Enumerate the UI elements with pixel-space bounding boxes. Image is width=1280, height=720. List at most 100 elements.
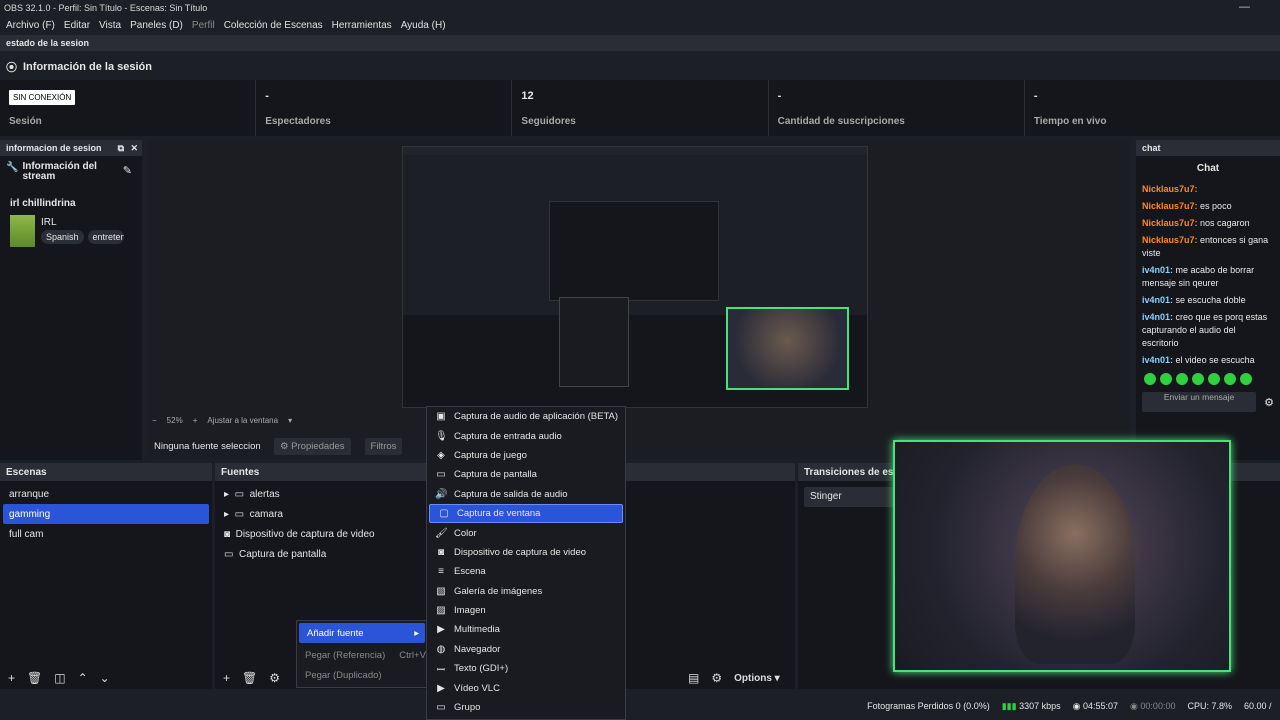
chat-user: iv4n01: bbox=[1142, 312, 1174, 322]
zoom-in-icon[interactable]: + bbox=[193, 416, 198, 425]
paste-duplicate-menu[interactable]: Pegar (Duplicado) bbox=[297, 665, 427, 685]
category-row: IRL Spanish entretenimiento bbox=[0, 215, 142, 247]
menu-item-audio-output[interactable]: 🔊 Captura de salida de audio bbox=[427, 485, 625, 504]
rec-icon: ◉ bbox=[1130, 700, 1138, 711]
gamepad-icon: ◈ bbox=[437, 449, 445, 461]
dropped-frames: Fotogramas Perdidos 0 (0.0%) bbox=[867, 701, 990, 711]
mini-webcam-preview bbox=[726, 307, 849, 390]
menu-item-image[interactable]: ▨ Imagen bbox=[427, 601, 625, 620]
float-icon[interactable]: ⧉ bbox=[118, 143, 124, 154]
chat-input[interactable]: Enviar un mensaje bbox=[1142, 392, 1257, 412]
scene-item[interactable]: arranque bbox=[3, 484, 209, 504]
trash-icon[interactable]: 🗑 bbox=[27, 671, 42, 685]
source-toolbar: Ninguna fuente seleccionada ⚙ Propiedade… bbox=[148, 436, 428, 456]
chat-message: Nicklaus7u7: es poco bbox=[1136, 198, 1280, 215]
expand-icon[interactable]: ▸ bbox=[224, 489, 229, 500]
menu-item-window-capture[interactable]: ▢ Captura de ventana bbox=[429, 503, 623, 524]
menu-scene-collection[interactable]: Colección de Escenas bbox=[224, 20, 323, 31]
edit-icon[interactable]: ✎ bbox=[123, 164, 132, 177]
menu-item-video-capture[interactable]: ◙ Dispositivo de captura de video bbox=[427, 543, 625, 562]
stream-header-text: Información del stream bbox=[22, 161, 97, 182]
chat-user: iv4n01: bbox=[1142, 265, 1174, 275]
zoom-out-icon[interactable]: − bbox=[152, 416, 157, 425]
camera-icon: ◙ bbox=[437, 546, 445, 558]
emote-icon[interactable] bbox=[1176, 373, 1188, 385]
stat-label: Cantidad de suscripciones bbox=[777, 116, 905, 127]
menu-item-color[interactable]: 🖌 Color bbox=[427, 523, 625, 542]
add-icon[interactable]: + bbox=[223, 671, 230, 685]
session-stats: SIN CONEXIÓN Sesión - Espectadores 12 Se… bbox=[0, 80, 1280, 136]
play-icon: ▶ bbox=[437, 682, 445, 694]
menu-view[interactable]: Vista bbox=[99, 20, 121, 31]
window-icon: ▢ bbox=[439, 508, 449, 520]
emote-icon[interactable] bbox=[1192, 373, 1204, 385]
menu-item-text-gdi[interactable]: ꟷ Texto (GDI+) bbox=[427, 659, 625, 678]
emote-icon[interactable] bbox=[1160, 373, 1172, 385]
menu-tools[interactable]: Herramientas bbox=[332, 20, 392, 31]
gear-icon[interactable]: ⚙ bbox=[269, 671, 280, 685]
transitions-toolbar: ▤ ⚙ Options ▾ bbox=[680, 668, 792, 688]
menu-edit[interactable]: Editar bbox=[64, 20, 90, 31]
add-icon[interactable]: + bbox=[8, 671, 15, 685]
close-icon[interactable]: ✕ bbox=[130, 143, 138, 154]
menu-profile[interactable]: Perfil bbox=[192, 20, 215, 31]
chevron-down-icon[interactable]: ▾ bbox=[288, 416, 292, 425]
menu-item-app-audio[interactable]: ▣ Captura de audio de aplicación (BETA) bbox=[427, 407, 625, 426]
menu-item-vlc[interactable]: ▶ Vídeo VLC bbox=[427, 678, 625, 697]
transition-select[interactable]: Stinger bbox=[804, 487, 896, 507]
stat-followers: 12 Seguidores bbox=[512, 80, 769, 136]
menu-help[interactable]: Ayuda (H) bbox=[401, 20, 446, 31]
fit-window[interactable]: Ajustar a la ventana bbox=[207, 416, 278, 425]
menu-docks[interactable]: Paneles (D) bbox=[130, 20, 183, 31]
emote-icon[interactable] bbox=[1144, 373, 1156, 385]
session-dock-title: estado de la sesion bbox=[0, 35, 1280, 51]
menu-item-browser[interactable]: ◍ Navegador bbox=[427, 640, 625, 659]
menu-item-game-capture[interactable]: ◈ Captura de juego bbox=[427, 446, 625, 465]
paste-reference-menu[interactable]: Pegar (Referencia) Ctrl+V bbox=[297, 645, 427, 665]
menu-item-display-capture[interactable]: ▭ Captura de pantalla bbox=[427, 465, 625, 484]
menu-item-image-gallery[interactable]: ▧ Galería de imágenes bbox=[427, 582, 625, 601]
webcam-overlay bbox=[893, 440, 1231, 672]
tag-pill: entretenimiento bbox=[87, 230, 124, 244]
stat-subscriptions: - Cantidad de suscripciones bbox=[769, 80, 1025, 136]
status-badge: SIN CONEXIÓN bbox=[9, 90, 76, 105]
play-icon: ▶ bbox=[437, 624, 445, 636]
up-icon[interactable]: ⌃ bbox=[78, 671, 88, 685]
scene-item-selected[interactable]: gamming bbox=[3, 504, 209, 524]
list-icon: ≡ bbox=[438, 566, 444, 578]
scenes-list: arranque gamming full cam bbox=[0, 481, 212, 689]
filter-icon[interactable]: ◫ bbox=[54, 671, 65, 685]
emote-icon[interactable] bbox=[1224, 373, 1236, 385]
gallery-icon: ▧ bbox=[436, 585, 446, 597]
mic-icon: 🎙 bbox=[435, 430, 448, 442]
trash-icon[interactable]: 🗑 bbox=[242, 671, 257, 685]
emote-icon[interactable] bbox=[1240, 373, 1252, 385]
fps: 60.00 / 60.00 FPS bbox=[1244, 701, 1274, 711]
settings-icon[interactable]: ⚙ bbox=[1264, 396, 1274, 409]
expand-icon[interactable]: ▸ bbox=[224, 509, 229, 520]
properties-button[interactable]: ⚙ Propiedades bbox=[274, 437, 351, 455]
grid-icon[interactable]: ▤ bbox=[688, 671, 699, 685]
minimize-icon[interactable]: — bbox=[1239, 1, 1250, 13]
add-source-menu[interactable]: Añadir fuente ▸ bbox=[299, 623, 425, 643]
rec-time: ◉ 00:00:00 bbox=[1130, 701, 1175, 712]
down-icon[interactable]: ⌄ bbox=[100, 671, 110, 685]
chat-text: es poco bbox=[1200, 201, 1232, 211]
menu-item-group[interactable]: ▭ Grupo bbox=[427, 698, 625, 717]
menu-item-audio-input[interactable]: 🎙 Captura de entrada audio bbox=[427, 426, 625, 445]
menu-item-media[interactable]: ▶ Multimedia bbox=[427, 620, 625, 639]
rec-time-value: 00:00:00 bbox=[1140, 700, 1176, 711]
filters-button[interactable]: Filtros bbox=[364, 437, 403, 455]
menu-item-scene[interactable]: ≡ Escena bbox=[427, 562, 625, 581]
scene-item[interactable]: full cam bbox=[3, 524, 209, 544]
tools-icon[interactable]: ⚙ bbox=[711, 671, 722, 685]
options-button[interactable]: Options ▾ bbox=[734, 673, 780, 684]
context-submenu: Añadir fuente ▸ Pegar (Referencia) Ctrl+V… bbox=[296, 620, 428, 688]
stat-value: - bbox=[777, 90, 782, 102]
emote-row bbox=[1136, 369, 1280, 392]
menu-file[interactable]: Archivo (F) bbox=[6, 20, 55, 31]
stream-header: 🔧 Información del stream ✎ bbox=[0, 156, 142, 182]
emote-icon[interactable] bbox=[1208, 373, 1220, 385]
live-time-value: 04:55:07 bbox=[1083, 700, 1119, 711]
session-info-dock: informacion de sesion ⧉ ✕ 🔧 Información … bbox=[0, 140, 142, 460]
